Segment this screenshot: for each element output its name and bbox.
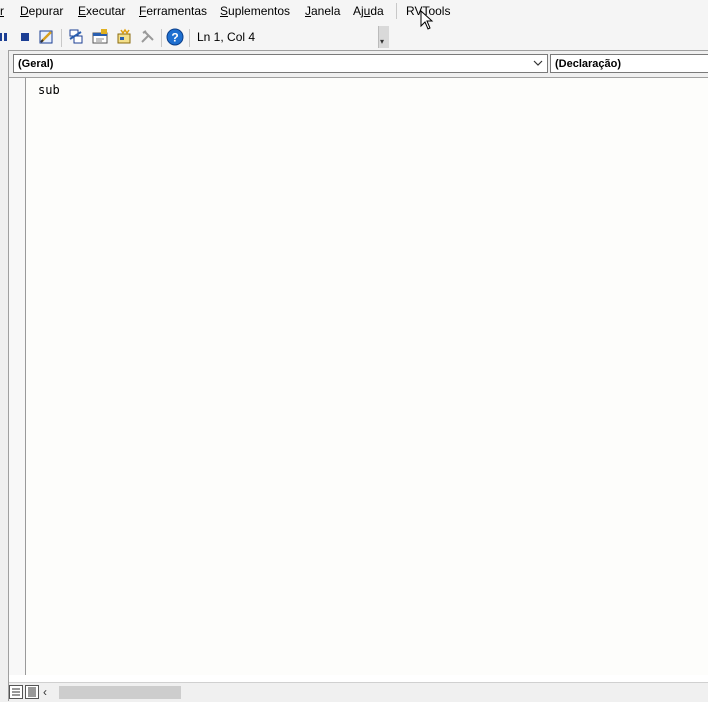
code-window-combos: (Geral) (Declaração): [9, 51, 708, 78]
horizontal-scrollbar[interactable]: [55, 686, 708, 699]
break-icon[interactable]: [0, 28, 8, 46]
object-browser-icon[interactable]: [115, 28, 133, 46]
toolbar-separator: [161, 29, 162, 47]
properties-icon[interactable]: [91, 28, 109, 46]
toolbar-overflow-button[interactable]: ▾: [378, 26, 389, 48]
toolbar-separator: [189, 29, 190, 47]
help-icon[interactable]: ?: [166, 28, 184, 46]
procedure-view-icon: [12, 688, 20, 696]
chevron-down-icon[interactable]: [533, 57, 543, 69]
margin-indicator-bar[interactable]: [9, 78, 26, 675]
scrollbar-thumb[interactable]: [59, 686, 181, 699]
stop-icon[interactable]: [16, 28, 34, 46]
procedure-combo-value: (Declaração): [555, 58, 622, 70]
object-combo[interactable]: (Geral): [13, 54, 548, 73]
code-editor[interactable]: sub: [26, 78, 708, 675]
menu-separator: [396, 3, 397, 19]
project-explorer-icon[interactable]: [67, 28, 85, 46]
menu-exibir[interactable]: r: [0, 4, 4, 18]
code-line[interactable]: sub: [38, 83, 60, 97]
menu-ajuda[interactable]: Ajuda: [353, 4, 384, 18]
toolbar-separator: [61, 29, 62, 47]
cursor-position-status: Ln 1, Col 4: [197, 30, 256, 44]
code-window: (Geral) (Declaração) sub ‹: [8, 50, 708, 702]
menu-executar[interactable]: Executar: [78, 4, 125, 18]
object-combo-value: (Geral): [18, 58, 54, 70]
menu-suplementos[interactable]: Suplementos: [220, 4, 290, 18]
standard-toolbar: ? Ln 1, Col 4: [0, 22, 708, 50]
procedure-combo[interactable]: (Declaração): [550, 54, 708, 73]
design-mode-icon[interactable]: [38, 28, 56, 46]
menu-janela[interactable]: Janela: [305, 4, 340, 18]
svg-text:?: ?: [171, 31, 178, 45]
procedure-view-button[interactable]: [9, 685, 23, 699]
code-window-bottom-bar: ‹: [9, 682, 708, 702]
mouse-cursor-icon: [420, 10, 434, 30]
toolbox-icon[interactable]: [139, 28, 157, 46]
menu-bar: r Depurar Executar Ferramentas Suplement…: [0, 0, 708, 22]
chevron-down-icon: ▾: [380, 37, 385, 46]
menu-ferramentas[interactable]: Ferramentas: [139, 4, 207, 18]
full-module-view-button[interactable]: [25, 685, 39, 699]
menu-depurar[interactable]: Depurar: [20, 4, 63, 18]
toolbar-panel: ?: [0, 25, 378, 47]
full-module-view-icon: [28, 687, 36, 697]
scroll-left-arrow[interactable]: ‹: [43, 685, 47, 699]
